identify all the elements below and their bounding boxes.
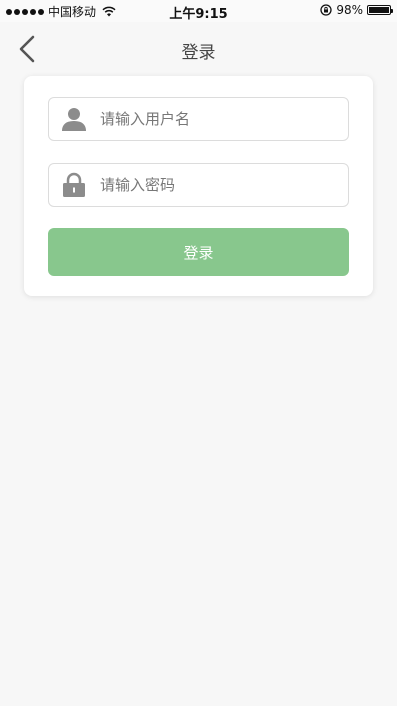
rotation-lock-icon (320, 4, 332, 16)
status-right: 98% (320, 3, 393, 17)
login-button[interactable]: 登录 (48, 228, 349, 276)
username-input[interactable] (100, 110, 330, 128)
page-title: 登录 (181, 43, 216, 63)
username-field[interactable] (48, 97, 349, 141)
password-input[interactable] (100, 176, 330, 194)
login-card: 登录 (24, 76, 373, 296)
battery-percent: 98% (336, 3, 363, 17)
lock-icon (63, 172, 85, 197)
battery-icon (367, 5, 393, 15)
password-field[interactable] (48, 163, 349, 207)
user-icon (62, 108, 86, 131)
nav-bar: 登录 (0, 22, 397, 76)
status-bar: 中国移动 上午9:15 98% (0, 0, 397, 22)
battery-fill (369, 7, 389, 13)
